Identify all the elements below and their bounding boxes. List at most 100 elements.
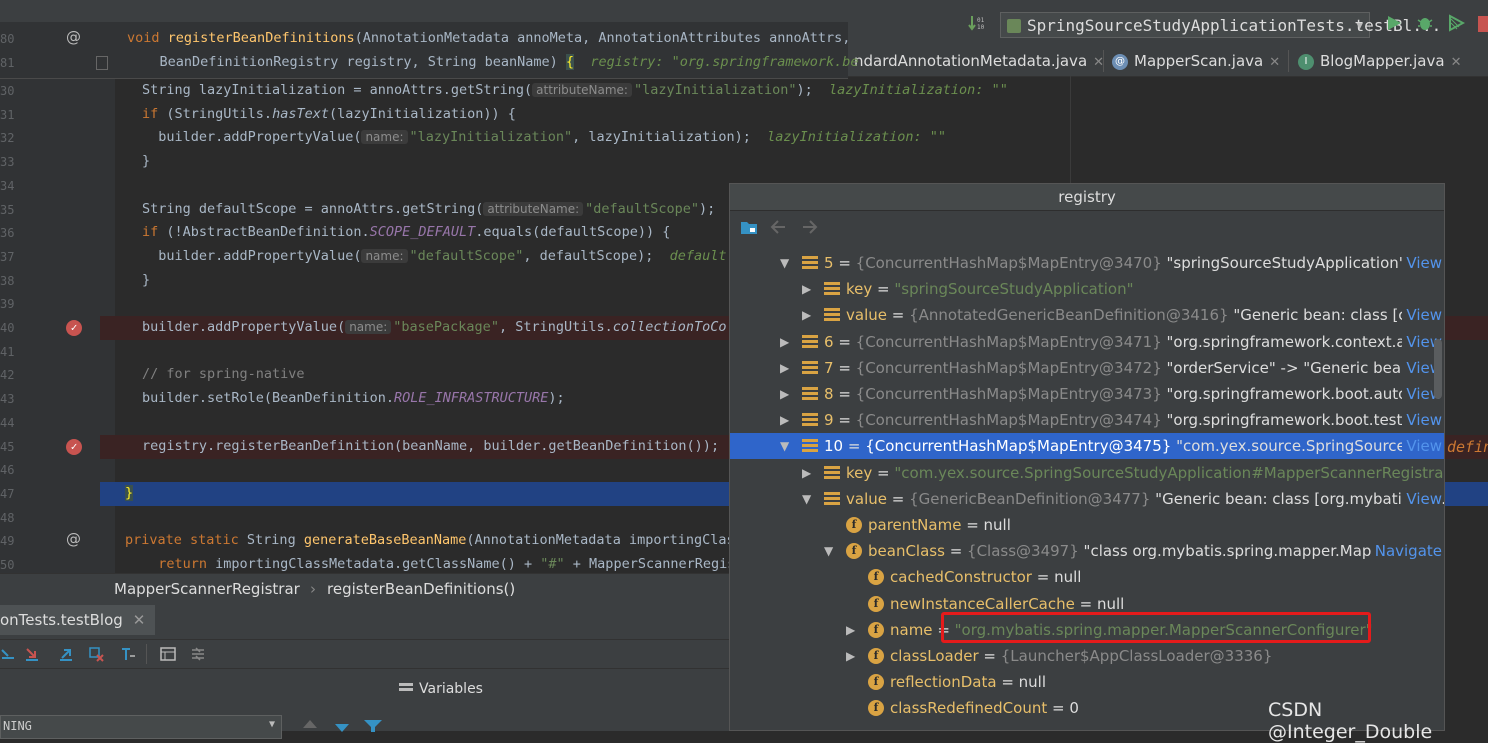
collapsed-arrow-icon[interactable]: ▶ [846,643,858,669]
drop-frame-icon[interactable] [88,646,104,662]
list-entry-icon [802,413,818,427]
sticky-line-1: void registerBeanDefinitions(AnnotationM… [127,30,851,46]
breakpoint-icon[interactable]: ✓ [66,438,82,455]
entry-row[interactable]: ▶ 9 = {ConcurrentHashMap$MapEntry@3474} "… [730,407,1444,434]
breadcrumb-class[interactable]: MapperScannerRegistrar [114,574,300,604]
line-number: 47 [0,486,15,501]
field-icon: f [868,648,884,664]
line-number: 46 [0,463,15,478]
forward-arrow-icon[interactable] [802,220,818,234]
view-link[interactable]: View [1402,250,1442,276]
coverage-icon[interactable] [1447,14,1465,32]
step-counter-icon[interactable]: 01 10 [968,14,986,32]
arrow-down-icon[interactable] [334,720,350,732]
tab-blog-mapper[interactable]: I BlogMapper.java ✕ [1298,46,1461,76]
collapsed-arrow-icon[interactable]: ▶ [780,329,792,355]
stop-icon[interactable] [1478,16,1488,32]
field-row[interactable]: f reflectionData = null [730,669,1444,695]
run-icon[interactable] [1385,14,1403,32]
entry-row[interactable]: ▶ key = "springSourceStudyApplication" [730,276,1444,302]
field-row[interactable]: f parentName = null [730,512,1444,538]
collapsed-arrow-icon[interactable]: ▶ [780,381,792,407]
override-at-icon[interactable]: @ [66,28,81,46]
close-icon[interactable]: ✕ [1451,55,1462,70]
tab-divider [1288,50,1289,72]
list-entry-icon [802,387,818,401]
close-icon[interactable]: ✕ [133,611,146,629]
entry-row[interactable]: ▼ 5 = {ConcurrentHashMap$MapEntry@3470} "… [730,250,1444,276]
entry-row[interactable]: ▼ 10 = {ConcurrentHashMap$MapEntry@3475} … [730,433,1444,460]
line-number: 81 [0,56,15,70]
tab-mapper-scan[interactable]: @ MapperScan.java ✕ [1112,46,1280,76]
line-number: 35 [0,202,15,217]
line-number: 44 [0,415,15,430]
close-icon[interactable]: ✕ [1269,55,1280,70]
list-entry-icon [802,360,818,375]
code-line: // for spring-native [142,366,305,383]
expanded-arrow-icon[interactable]: ▼ [780,433,792,459]
view-link[interactable]: View [1402,433,1442,460]
step-over-icon[interactable] [0,646,16,662]
field-icon: f [868,621,884,638]
field-icon: f [868,674,884,691]
debug-icon[interactable] [1416,14,1434,32]
view-link[interactable]: View [1402,302,1442,329]
highlight-box [941,612,1371,643]
entry-row[interactable]: ▶ value = {AnnotatedGenericBeanDefinition… [730,302,1444,329]
override-at-icon[interactable]: @ [66,530,81,548]
run-configuration-select[interactable]: SpringSourceStudyApplicationTests.testBl… [1000,12,1441,38]
collapsed-arrow-icon[interactable]: ▶ [780,355,792,381]
view-link[interactable]: View [1402,485,1442,512]
thread-frame-select[interactable]: NING ▼ [0,715,282,739]
entry-row[interactable]: ▶ 6 = {ConcurrentHashMap$MapEntry@3471} "… [730,328,1444,355]
line-number: 40 [0,321,15,335]
code-line: if (!AbstractBeanDefinition.SCOPE_DEFAUL… [142,224,671,241]
field-row[interactable]: ▶ f classLoader = {Launcher$AppClassLoader… [730,643,1444,669]
expanded-arrow-icon[interactable]: ▼ [802,486,814,512]
inspect-popup[interactable]: registry ▼ 5 = {ConcurrentHashMap$MapEntr… [729,183,1445,731]
evaluate-expression-icon[interactable] [160,646,176,662]
breadcrumb-method[interactable]: registerBeanDefinitions() [327,574,515,604]
arrow-up-icon[interactable] [302,720,318,732]
folder-icon[interactable] [740,219,758,235]
collapsed-arrow-icon[interactable]: ▶ [846,617,858,643]
collapsed-arrow-icon[interactable]: ▶ [802,276,814,302]
entry-row[interactable]: ▼ value = {GenericBeanDefinition@3477} "G… [730,485,1444,512]
line-number: 37 [0,249,15,264]
breakpoint-icon[interactable]: ✓ [66,320,82,336]
line-number: 39 [0,297,15,312]
code-line: } [142,153,151,170]
entry-row[interactable]: ▶ 7 = {ConcurrentHashMap$MapEntry@3472} "… [730,354,1444,381]
code-line: if (StringUtils.hasText(lazyInitializati… [142,105,516,122]
run-to-cursor-icon[interactable] [120,646,136,662]
trace-current-stream-icon[interactable] [190,646,206,662]
tab-standard-annotation-metadata[interactable]: ndardAnnotationMetadata.java ✕ [854,46,1104,76]
variables-tree[interactable]: ▼ 5 = {ConcurrentHashMap$MapEntry@3470} "… [730,250,1444,730]
filter-icon[interactable] [364,720,382,732]
debug-session-tab[interactable]: onTests.testBlog ✕ [0,605,156,635]
field-row[interactable]: f cachedConstructor = null [730,564,1444,590]
tab-divider [1103,50,1104,72]
navigate-link[interactable]: Navigate [1370,538,1442,565]
debug-tool-window: onTests.testBlog ✕ Variables NING ▼ [0,603,730,739]
collapsed-arrow-icon[interactable]: ▶ [802,302,814,328]
field-row[interactable]: ▼ f beanClass = {Class@3497} "class org.my… [730,538,1444,565]
expanded-arrow-icon[interactable]: ▼ [780,250,792,276]
popup-scrollbar[interactable] [1434,339,1442,399]
entry-row[interactable]: ▶ 8 = {ConcurrentHashMap$MapEntry@3473} "… [730,381,1444,407]
entry-row[interactable]: ▶ key = "com.yex.source.SpringSourceStudy… [730,460,1444,486]
editor-gutter: 30 31 32 33 34 35 36 37 38 39 40 ✓ 41 42 43 44 45 ✓ 46 47 48… [0,46,115,573]
view-link[interactable]: View [1402,407,1442,434]
step-out-icon[interactable] [58,646,74,662]
test-config-icon [1007,19,1021,33]
line-number: 31 [0,107,15,122]
expanded-arrow-icon[interactable]: ▼ [824,538,836,564]
collapsed-arrow-icon[interactable]: ▶ [780,407,792,433]
back-arrow-icon[interactable] [770,220,786,234]
fold-icon[interactable] [96,56,108,70]
popup-title: registry [730,184,1444,211]
collapsed-arrow-icon[interactable]: ▶ [802,460,814,486]
step-into-icon[interactable] [24,646,40,662]
list-entry-icon [802,334,818,349]
code-line: String defaultScope = annoAttrs.getStrin… [142,200,716,217]
